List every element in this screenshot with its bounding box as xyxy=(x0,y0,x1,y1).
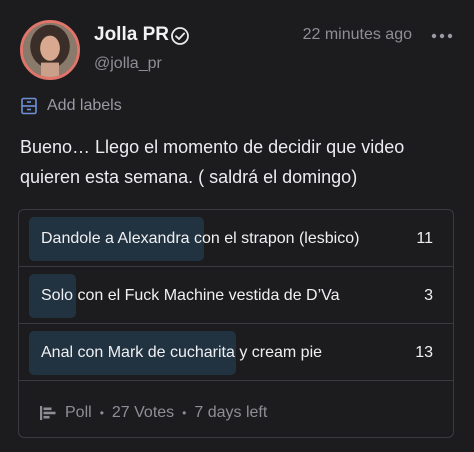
post-timestamp: 22 minutes ago xyxy=(302,26,412,43)
poll-option-votes: 13 xyxy=(415,344,433,361)
post-body: Bueno… Llego el momento de decidir que v… xyxy=(20,137,405,187)
add-labels-label: Add labels xyxy=(47,97,122,114)
label-icon xyxy=(21,97,37,115)
author-avatar[interactable] xyxy=(20,20,80,80)
poll-option-label: Anal con Mark de cucharita y cream pie xyxy=(41,344,323,361)
author-name[interactable]: Jolla PR xyxy=(94,24,169,46)
separator-dot: • xyxy=(182,406,187,420)
poll-vote-total: 27 Votes xyxy=(111,404,175,421)
poll-option-label: Dandole a Alexandra con el strapon (lesb… xyxy=(41,230,360,247)
poll-type: Poll xyxy=(65,404,92,421)
poll-option[interactable]: Anal con Mark de cucharita y cream pie 1… xyxy=(19,324,453,381)
poll-option-votes: 3 xyxy=(424,287,433,304)
more-icon[interactable] xyxy=(430,30,454,42)
poll: Dandole a Alexandra con el strapon (lesb… xyxy=(18,209,454,438)
poll-option[interactable]: Solo con el Fuck Machine vestida de D’Va… xyxy=(19,267,453,324)
poll-option-votes: 11 xyxy=(416,230,433,247)
poll-time-left: 7 days left xyxy=(194,404,268,421)
poll-option[interactable]: Dandole a Alexandra con el strapon (lesb… xyxy=(19,210,453,267)
separator-dot: • xyxy=(99,406,104,420)
author-handle[interactable]: @jolla_pr xyxy=(94,55,162,73)
poll-footer: Poll • 27 Votes • 7 days left xyxy=(39,402,267,424)
add-labels-button[interactable]: Add labels xyxy=(20,95,122,117)
verified-icon xyxy=(171,27,189,45)
poll-option-label: Solo con el Fuck Machine vestida de D’Va xyxy=(41,287,340,304)
poll-icon xyxy=(40,406,56,420)
